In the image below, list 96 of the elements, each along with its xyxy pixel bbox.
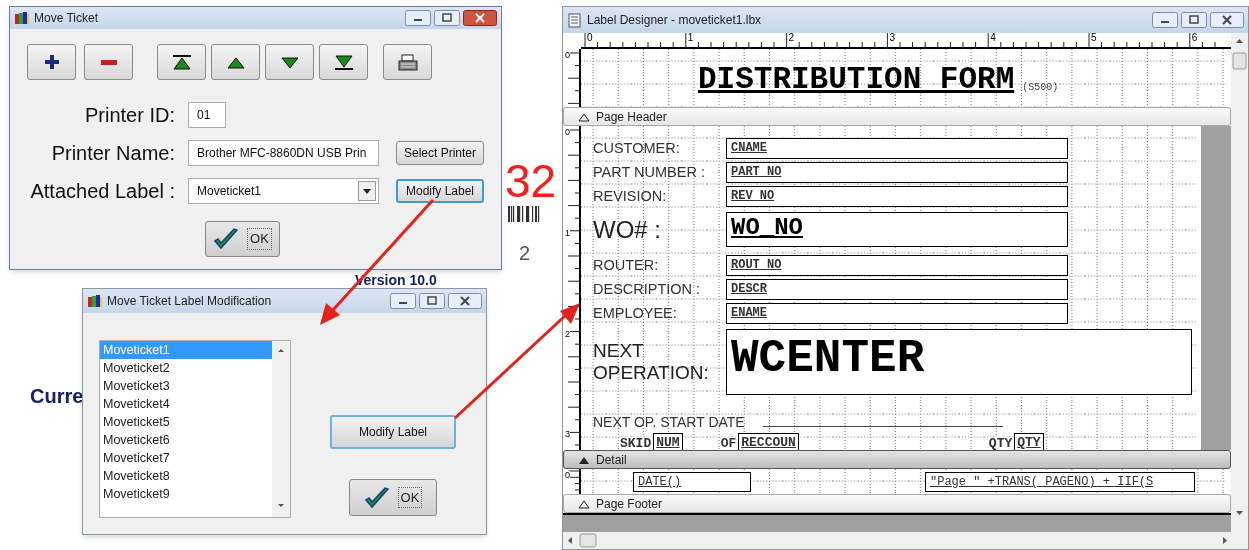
list-item[interactable]: Moveticket2 xyxy=(100,359,272,377)
list-item[interactable]: Moveticket7 xyxy=(100,449,272,467)
field-label: ROUTER: xyxy=(593,257,660,273)
data-field[interactable]: DATE() xyxy=(633,472,751,492)
field-label: Attached Label : xyxy=(29,181,175,201)
plus-icon xyxy=(42,53,61,71)
move-down-button[interactable] xyxy=(265,44,314,80)
document-icon xyxy=(567,12,583,28)
field-label: NEXT OP. START DATE xyxy=(593,415,745,429)
close-button[interactable] xyxy=(1210,12,1244,28)
field-label: NEXT OPERATION: xyxy=(593,340,710,384)
ruler-number: 0 xyxy=(565,51,570,60)
minus-icon xyxy=(100,59,117,65)
field-label: PART NUMBER : xyxy=(593,164,706,180)
minimize-button[interactable] xyxy=(405,10,431,26)
heading-text: Curre xyxy=(30,386,84,406)
list-item[interactable]: Moveticket9 xyxy=(100,485,272,503)
data-field[interactable]: NUM xyxy=(653,433,683,450)
app-icon xyxy=(14,10,30,26)
data-field[interactable]: PART_NO xyxy=(726,161,1068,183)
data-field[interactable]: CNAME xyxy=(726,137,1068,159)
barcode-drawing xyxy=(508,206,541,222)
check-icon xyxy=(213,227,240,251)
maximize-button[interactable] xyxy=(419,293,445,309)
printer-button[interactable] xyxy=(383,44,432,80)
ruler-number: 0 xyxy=(565,128,570,137)
text-field[interactable]: Brother MFC-8860DN USB Prin xyxy=(188,140,379,166)
ruler-number: 5 xyxy=(1091,33,1097,43)
data-field[interactable]: QTY xyxy=(1014,433,1044,450)
ok-button[interactable]: OK xyxy=(349,479,437,516)
move-to-top-button[interactable] xyxy=(157,44,206,80)
field-label: Printer ID: xyxy=(83,105,175,125)
triangle-icon xyxy=(578,498,590,509)
minimize-button[interactable] xyxy=(1152,12,1178,28)
check-icon xyxy=(363,485,390,510)
move-up-button[interactable] xyxy=(211,44,260,80)
ruler-number: 3 xyxy=(565,430,570,440)
report-code: (S500) xyxy=(1022,81,1059,95)
dropdown-field[interactable]: Moveticket1 xyxy=(188,178,379,204)
ruler-number: 3 xyxy=(889,33,895,43)
data-field[interactable]: DESCR xyxy=(726,278,1068,300)
list-item[interactable]: Moveticket3 xyxy=(100,377,272,395)
list-item[interactable]: Moveticket6 xyxy=(100,431,272,449)
list-item[interactable]: Moveticket5 xyxy=(100,413,272,431)
triangle-icon xyxy=(578,111,590,122)
action-button[interactable]: Modify Label xyxy=(396,179,484,203)
scrollbar[interactable] xyxy=(272,341,290,517)
section-band[interactable]: Detail xyxy=(563,450,1231,469)
data-field[interactable]: REV_NO xyxy=(726,185,1068,207)
data-field[interactable]: WCENTER xyxy=(726,329,1192,395)
move-to-bottom-button[interactable] xyxy=(319,44,368,80)
barcode-digit: 2 xyxy=(519,243,531,263)
ruler-number: 2 xyxy=(565,329,570,339)
ok-button[interactable]: OK xyxy=(205,221,280,257)
data-field[interactable]: "Page " +TRANS(_PAGENO) + IIF(S xyxy=(925,472,1195,492)
printer-icon xyxy=(397,53,418,71)
ruler-number: 0 xyxy=(587,33,593,43)
data-field[interactable]: RECCOUN xyxy=(738,433,799,450)
action-button[interactable]: Select Printer xyxy=(396,141,484,165)
field-label: EMPLOYEE: xyxy=(593,305,678,321)
field-label: Printer Name: xyxy=(50,143,175,163)
close-button[interactable] xyxy=(448,293,482,309)
section-band[interactable]: Page Footer xyxy=(563,494,1231,513)
data-field[interactable]: ROUT_NO xyxy=(726,254,1068,276)
modify-label-button[interactable]: Modify Label xyxy=(330,415,456,449)
report-title: DISTRIBUTION FORM xyxy=(698,64,1015,95)
text-field[interactable]: 01 xyxy=(188,102,226,128)
minus-button[interactable] xyxy=(84,44,133,80)
move-to-bottom-icon xyxy=(333,53,354,71)
ruler-number: 1 xyxy=(687,33,694,43)
data-field[interactable]: ENAME xyxy=(726,302,1068,324)
maximize-button[interactable] xyxy=(434,10,460,26)
close-button[interactable] xyxy=(463,10,497,26)
ruler-number: 6 xyxy=(1191,33,1198,43)
ruler-number: 1 xyxy=(565,228,570,238)
field-label: WO# : xyxy=(593,217,662,242)
window-title: Move Ticket xyxy=(34,10,100,27)
data-field[interactable]: WO_NO xyxy=(726,212,1068,247)
field-label: CUSTOMER: xyxy=(593,140,681,156)
window-title: Label Designer - moveticket1.lbx xyxy=(587,12,763,29)
window-title: Move Ticket Label Modification xyxy=(107,293,273,310)
field-label: REVISION: xyxy=(593,188,668,204)
section-band[interactable]: Page Header xyxy=(563,107,1231,126)
ruler-number: 0 xyxy=(565,471,570,480)
list-item[interactable]: Moveticket4 xyxy=(100,395,272,413)
list-item[interactable]: Moveticket8 xyxy=(100,467,272,485)
ruler-number: 4 xyxy=(990,33,996,43)
minimize-button[interactable] xyxy=(390,293,416,309)
move-to-top-icon xyxy=(171,53,192,71)
barcode-number: 32 xyxy=(505,158,557,204)
maximize-button[interactable] xyxy=(1181,12,1207,28)
ruler-number: 2 xyxy=(788,33,795,43)
app-icon xyxy=(87,293,103,309)
plus-button[interactable] xyxy=(27,44,76,80)
field-label: DESCRIPTION : xyxy=(593,281,702,297)
move-down-icon xyxy=(279,54,300,70)
